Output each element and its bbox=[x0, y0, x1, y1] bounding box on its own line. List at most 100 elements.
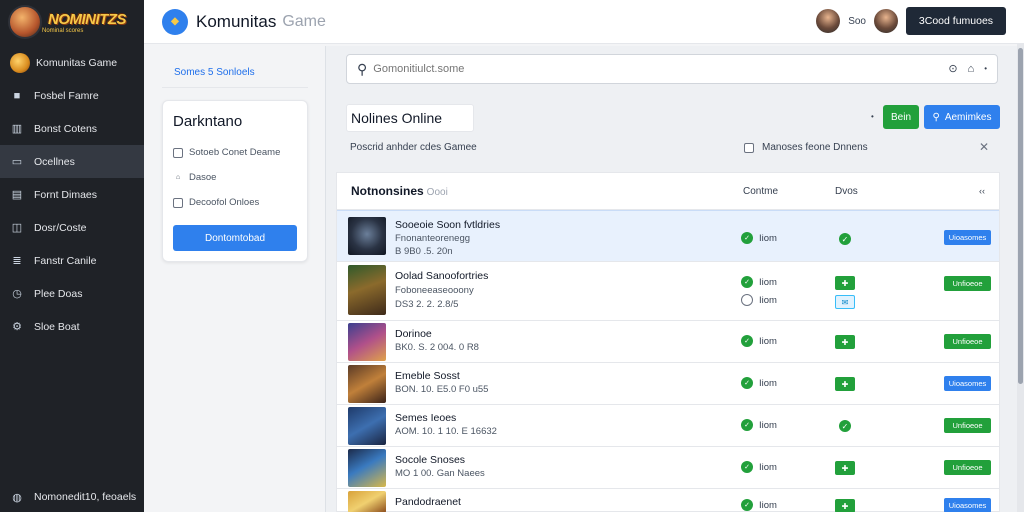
row-action-button[interactable]: Unfioeoe bbox=[944, 460, 991, 475]
row-status-secondary: Iiom bbox=[741, 294, 777, 306]
radio-icon[interactable] bbox=[741, 294, 753, 306]
left-panel-link[interactable]: Somes 5 Sonloels bbox=[162, 58, 308, 88]
history-icon[interactable]: ⊙ bbox=[948, 62, 957, 75]
game-thumbnail bbox=[348, 365, 386, 403]
more-dots-icon[interactable]: • bbox=[984, 64, 987, 73]
sidebar-item-4[interactable]: ▭ Ocellnes bbox=[0, 145, 144, 178]
row-action-button[interactable]: Uioasomes bbox=[944, 498, 991, 512]
dropdown-dot-icon[interactable]: • bbox=[871, 112, 874, 121]
game-thumbnail bbox=[348, 323, 386, 361]
table-row[interactable]: Semes Ieoes AOM. 10. 1 10. E 16632 ✓ Iiom… bbox=[337, 405, 999, 447]
top-action-button[interactable]: 3Cood fumuoes bbox=[906, 7, 1006, 35]
brand-subtitle: Game bbox=[282, 12, 326, 30]
search-icon: ⚲ bbox=[932, 111, 940, 123]
sidebar-item-3[interactable]: ▥ Bonst Cotens bbox=[0, 112, 144, 145]
status-label: Iiom bbox=[759, 335, 777, 347]
sub-label: Poscrid anhder cdes Gamee bbox=[350, 142, 477, 153]
status-label: Iiom bbox=[759, 461, 777, 473]
checkbox-icon[interactable] bbox=[744, 142, 754, 153]
check-icon: ✓ bbox=[741, 377, 753, 389]
check-icon: ✓ bbox=[741, 499, 753, 511]
sidebar-item-7[interactable]: ≣ Fanstr Canile bbox=[0, 244, 144, 277]
logo-text: NOMINITZS bbox=[48, 10, 127, 28]
sidebar-item-label: Ocellnes bbox=[34, 155, 75, 168]
row-status: ✓ Iiom bbox=[741, 232, 777, 244]
row-status: ✓ Iiom bbox=[741, 419, 777, 431]
mail-icon[interactable]: ✉ bbox=[835, 295, 855, 309]
game-thumbnail bbox=[348, 491, 386, 512]
calendar-icon bbox=[173, 147, 183, 158]
row-name: Sooeoie Soon fvtldries bbox=[395, 219, 501, 231]
filter-checkbox[interactable]: Manoses feone Dnnens bbox=[744, 142, 868, 153]
search-bar: ⚲ ⊙ ⌂ • bbox=[346, 54, 998, 84]
row-name: Oolad Sanoofortries bbox=[395, 270, 489, 282]
avatar[interactable] bbox=[816, 9, 841, 33]
bell-icon[interactable]: ⌂ bbox=[968, 63, 975, 75]
row-status: ✓ Iiom bbox=[741, 461, 777, 473]
game-type-icon: ✚ bbox=[835, 335, 855, 349]
row-name: Pandodraenet bbox=[395, 496, 461, 508]
logo-avatar-icon bbox=[8, 5, 42, 39]
column-header-status[interactable]: Contme bbox=[743, 186, 778, 197]
sidebar-item-9[interactable]: ⚙ Sloe Boat bbox=[0, 310, 144, 343]
list-icon: ≣ bbox=[12, 255, 22, 267]
search-input[interactable] bbox=[373, 63, 914, 75]
sidebar-item-6[interactable]: ◫ Dosr/Coste bbox=[0, 211, 144, 244]
checkbox-icon[interactable] bbox=[173, 197, 183, 208]
table-title-text: Notnonsines bbox=[351, 184, 424, 198]
brand-logo-icon: ◆ bbox=[162, 8, 188, 35]
table-row[interactable]: Dorinoe BK0. S. 2 004. 0 R8 ✓ Iiom ✚ Unfi… bbox=[337, 321, 999, 363]
page-scrollbar[interactable] bbox=[1017, 44, 1024, 512]
row-status: ✓ Iiom bbox=[741, 335, 777, 347]
card-title: Darkntano bbox=[173, 113, 243, 130]
monitor-icon: ▭ bbox=[11, 156, 23, 168]
game-thumbnail bbox=[348, 407, 386, 445]
table-row[interactable]: Oolad Sanoofortries Foboneeaseooony DS3 … bbox=[337, 262, 999, 321]
status-label: Iiom bbox=[759, 276, 777, 288]
blue-action-button[interactable]: ⚲ Aemimkes bbox=[924, 105, 1000, 129]
app-logo[interactable]: NOMINITZS Nominal scores bbox=[0, 0, 144, 44]
sidebar-item-label: Dosr/Coste bbox=[34, 221, 87, 234]
card-item-label: Decoofol Onloes bbox=[189, 197, 260, 208]
row-meta: AOM. 10. 1 10. E 16632 bbox=[395, 426, 497, 437]
row-action-button[interactable]: Unfioeoe bbox=[944, 334, 991, 349]
row-action-button[interactable]: Unfioeoe bbox=[944, 418, 991, 433]
game-type-icon: ✚ bbox=[835, 276, 855, 290]
file-icon: ▤ bbox=[11, 189, 23, 201]
table-row[interactable]: Sooeoie Soon fvtldries Fnonanteorenegg B… bbox=[337, 210, 999, 262]
card-item[interactable]: Sotoeb Conet Deame bbox=[173, 140, 297, 165]
sidebar-item-community[interactable]: Komunitas Game bbox=[0, 46, 144, 79]
table-row[interactable]: Emeble Sosst BON. 10. E5.0 F0 u55 ✓ Iiom … bbox=[337, 363, 999, 405]
table-row[interactable]: Socole Snoses MO 1 00. Gan Naees ✓ Iiom ✚… bbox=[337, 447, 999, 489]
game-thumbnail bbox=[348, 449, 386, 487]
user-circle-icon: ◍ bbox=[12, 491, 22, 504]
book-icon: ◫ bbox=[11, 222, 23, 234]
sidebar-item-label: Fornt Dimaes bbox=[34, 188, 98, 201]
card-item[interactable]: ⌂ Dasoe bbox=[173, 165, 297, 190]
row-action-button[interactable]: Uioasomes bbox=[944, 376, 991, 391]
table-row[interactable]: Pandodraenet ✓ Iiom ✚ Uioasomes bbox=[337, 489, 999, 512]
online-dot-icon: ✓ bbox=[839, 420, 851, 432]
row-action-button[interactable]: Unfioeoe bbox=[944, 276, 991, 291]
status-label: Iiom bbox=[759, 232, 777, 244]
expand-icon[interactable]: ‹‹ bbox=[979, 186, 985, 196]
main-content: ⚲ ⊙ ⌂ • Nolines Online • Bein ⚲ Aemimkes… bbox=[325, 46, 1017, 512]
status-label: Iiom bbox=[759, 377, 777, 389]
sidebar-footer[interactable]: ◍ Nomonedit10, feoaels bbox=[10, 490, 136, 504]
sidebar-item-5[interactable]: ▤ Fornt Dimaes bbox=[0, 178, 144, 211]
row-action-button[interactable]: Uioasomes bbox=[944, 230, 991, 245]
close-icon[interactable]: ✕ bbox=[979, 140, 989, 154]
scrollbar-thumb[interactable] bbox=[1018, 48, 1023, 384]
card-primary-button[interactable]: Dontomtobad bbox=[173, 225, 297, 251]
sidebar-item-2[interactable]: ■ Fosbel Famre bbox=[0, 79, 144, 112]
left-panel-card: Darkntano Sotoeb Conet Deame ⌂ Dasoe Dec… bbox=[162, 100, 308, 262]
avatar-secondary[interactable] bbox=[874, 9, 898, 33]
brand-name: Komunitas bbox=[196, 11, 277, 31]
green-action-button[interactable]: Bein bbox=[883, 105, 919, 129]
sidebar-item-8[interactable]: ◷ Plee Doas bbox=[0, 277, 144, 310]
card-item[interactable]: Decoofol Onloes bbox=[173, 190, 297, 215]
row-subtitle: Foboneeaseooony bbox=[395, 285, 474, 296]
row-status: ✓ Iiom bbox=[741, 276, 777, 288]
search-tools: ⊙ ⌂ • bbox=[938, 62, 987, 76]
column-header-type[interactable]: Dvos bbox=[835, 186, 858, 197]
